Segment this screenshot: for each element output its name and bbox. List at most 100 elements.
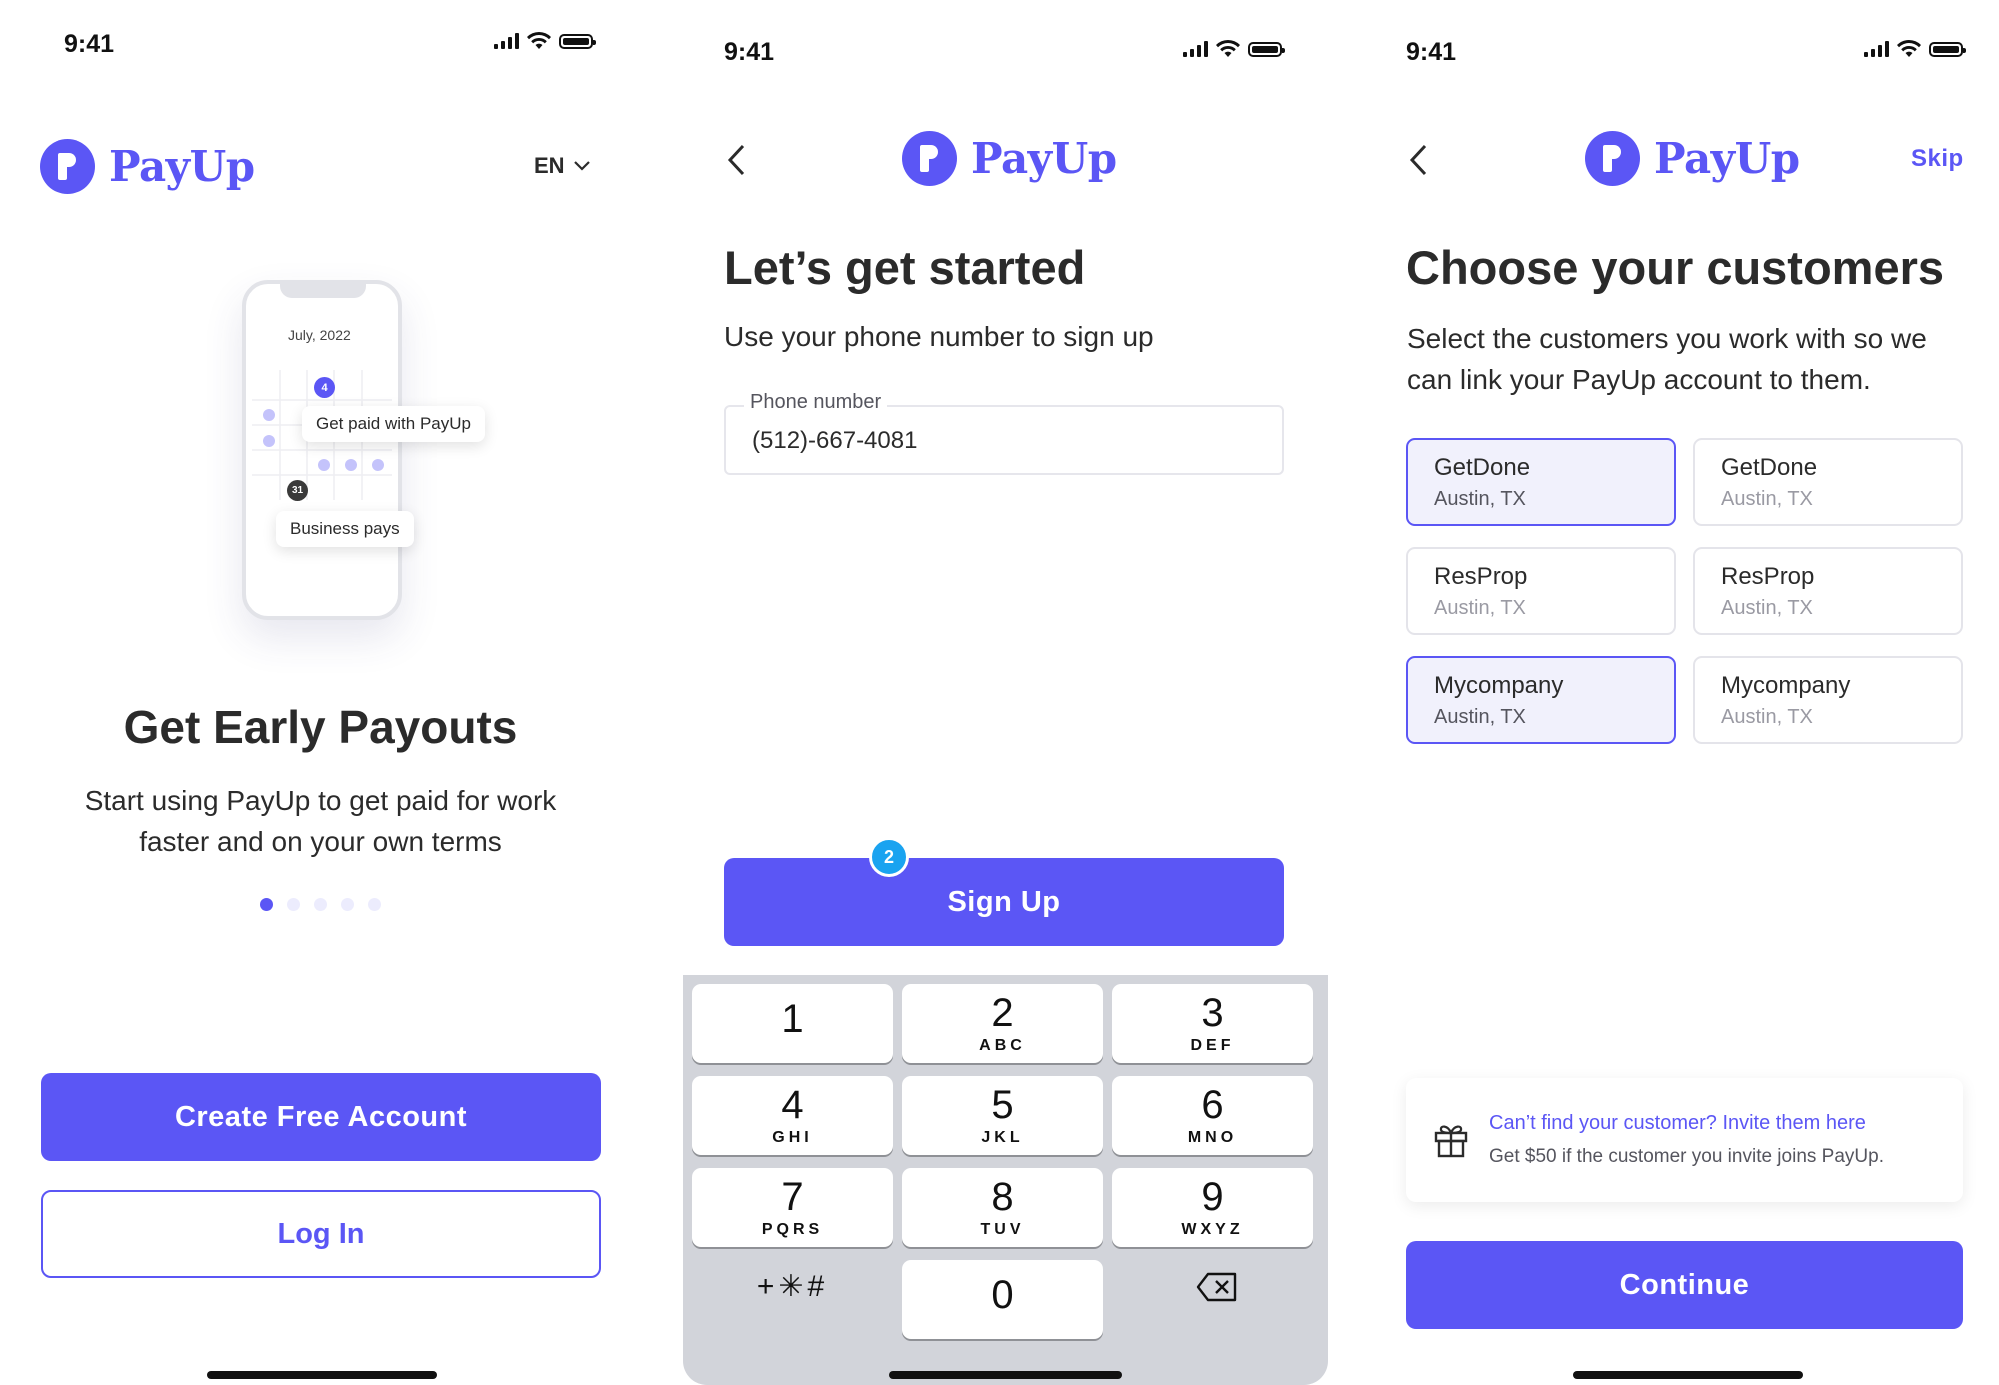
page-title: Get Early Payouts — [123, 701, 518, 753]
pager-dot[interactable] — [341, 898, 354, 911]
customer-card[interactable]: ResProp Austin, TX — [1406, 547, 1676, 635]
payup-logo: PayUp — [902, 131, 1117, 186]
key-number: 7 — [781, 1174, 804, 1219]
wifi-icon — [527, 32, 551, 49]
battery-icon — [559, 33, 596, 49]
pager-dot[interactable] — [287, 898, 300, 911]
calendar-dot — [263, 435, 275, 447]
welcome-screen: 9:41 PayUp EN July, 2022 4 31 Get paid w… — [0, 0, 683, 1385]
chevron-down-icon — [573, 161, 590, 171]
skip-link[interactable]: Skip — [1911, 145, 1964, 173]
pager-dot[interactable] — [314, 898, 327, 911]
payup-logo: PayUp — [40, 139, 255, 194]
login-button[interactable]: Log In — [41, 1190, 601, 1278]
key-letters: TUV — [980, 1220, 1025, 1238]
tooltip-business-pays: Business pays — [276, 511, 414, 547]
key-2[interactable]: 2 ABC — [902, 984, 1103, 1063]
key-4[interactable]: 4 GHI — [692, 1076, 893, 1155]
key-6[interactable]: 6 MNO — [1112, 1076, 1313, 1155]
key-number: 5 — [991, 1082, 1014, 1127]
logo-text: PayUp — [1654, 134, 1800, 183]
key-number: 1 — [781, 996, 804, 1041]
customer-location: Austin, TX — [1721, 488, 1813, 510]
customer-location: Austin, TX — [1721, 597, 1813, 619]
calendar-badge-4: 4 — [314, 377, 335, 398]
create-account-button[interactable]: Create Free Account — [41, 1073, 601, 1161]
logo-text: PayUp — [109, 142, 255, 191]
subtitle-line: faster and on your own terms — [139, 826, 502, 857]
wifi-icon — [1897, 40, 1921, 57]
customer-card[interactable]: Mycompany Austin, TX — [1406, 656, 1676, 744]
customer-card[interactable]: GetDone Austin, TX — [1693, 438, 1963, 526]
home-indicator[interactable] — [207, 1371, 437, 1379]
status-icons — [1864, 40, 1966, 58]
pager-dot[interactable] — [368, 898, 381, 911]
numeric-keypad: +✳# 1 2 ABC 3 DEF 4 GHI 5 JKL 6 MNO 7 PQRS 8 TUV 9 WXYZ 0 — [683, 975, 1328, 1385]
home-indicator[interactable] — [1573, 1371, 1803, 1379]
subtitle-line: can link your PayUp account to them. — [1407, 364, 1871, 395]
pager-dots — [260, 898, 381, 911]
page-subtitle: Select the customers you work with so we… — [1407, 318, 1927, 400]
phone-number-value: (512)-667-4081 — [752, 427, 918, 454]
signup-screen: 9:41 PayUp Let’s get started Use your ph… — [683, 0, 1366, 1385]
invite-link[interactable]: Can’t find your customer? Invite them he… — [1489, 1112, 1866, 1135]
payup-logo-icon — [902, 131, 957, 186]
continue-button[interactable]: Continue — [1406, 1241, 1963, 1329]
back-arrow-icon[interactable] — [1407, 143, 1429, 177]
customer-name: GetDone — [1434, 454, 1531, 481]
key-3[interactable]: 3 DEF — [1112, 984, 1313, 1063]
battery-icon — [1929, 41, 1966, 57]
status-icons — [494, 32, 596, 50]
symbols-key[interactable]: +✳# — [692, 1247, 893, 1326]
payup-logo-icon — [1585, 131, 1640, 186]
backspace-key[interactable] — [1116, 1247, 1317, 1326]
signal-icon — [494, 33, 519, 49]
customer-card[interactable]: Mycompany Austin, TX — [1693, 656, 1963, 744]
invite-note: Get $50 if the customer you invite joins… — [1489, 1146, 1884, 1167]
calendar-dot — [263, 409, 275, 421]
status-time: 9:41 — [724, 38, 775, 66]
page-title: Let’s get started — [724, 241, 1086, 294]
key-7[interactable]: 7 PQRS — [692, 1168, 893, 1247]
key-letters: MNO — [1187, 1128, 1238, 1146]
key-letters: DEF — [1190, 1036, 1235, 1054]
key-1[interactable]: 1 — [692, 984, 893, 1063]
key-8[interactable]: 8 TUV — [902, 1168, 1103, 1247]
key-letters: ABC — [979, 1036, 1026, 1054]
key-5[interactable]: 5 JKL — [902, 1076, 1103, 1155]
customer-card[interactable]: ResProp Austin, TX — [1693, 547, 1963, 635]
customer-card[interactable]: GetDone Austin, TX — [1406, 438, 1676, 526]
page-subtitle: Start using PayUp to get paid for work f… — [0, 780, 641, 862]
back-arrow-icon[interactable] — [725, 143, 747, 177]
customer-name: GetDone — [1721, 454, 1818, 481]
key-9[interactable]: 9 WXYZ — [1112, 1168, 1313, 1247]
calendar-dot — [318, 459, 330, 471]
key-letters: PQRS — [761, 1220, 824, 1238]
key-number: 0 — [991, 1272, 1014, 1317]
phone-number-field[interactable]: Phone number (512)-667-4081 — [724, 391, 1284, 475]
subtitle-line: Start using PayUp to get paid for work — [84, 785, 557, 816]
key-letters: JKL — [981, 1128, 1024, 1146]
signal-icon — [1864, 41, 1889, 57]
wifi-icon — [1216, 40, 1240, 57]
key-letters: GHI — [772, 1128, 813, 1146]
home-indicator[interactable] — [889, 1371, 1122, 1379]
pager-dot[interactable] — [260, 898, 273, 911]
logo-text: PayUp — [971, 134, 1117, 183]
page-title: Choose your customers — [1406, 241, 1945, 294]
calendar-date: July, 2022 — [288, 327, 351, 343]
customer-location: Austin, TX — [1434, 706, 1526, 728]
backspace-icon — [1196, 1272, 1236, 1301]
gift-icon — [1434, 1125, 1468, 1158]
customer-name: ResProp — [1434, 563, 1528, 590]
invite-card[interactable]: Can’t find your customer? Invite them he… — [1406, 1078, 1963, 1202]
key-number: 2 — [991, 990, 1014, 1035]
step-badge: 2 — [869, 837, 909, 877]
status-time: 9:41 — [1406, 38, 1457, 66]
customer-name: Mycompany — [1721, 672, 1851, 699]
signal-icon — [1183, 41, 1208, 57]
language-selector[interactable]: EN — [534, 153, 591, 179]
key-0[interactable]: 0 — [902, 1260, 1103, 1339]
signup-button[interactable]: Sign Up — [724, 858, 1284, 946]
key-number: 6 — [1201, 1082, 1224, 1127]
